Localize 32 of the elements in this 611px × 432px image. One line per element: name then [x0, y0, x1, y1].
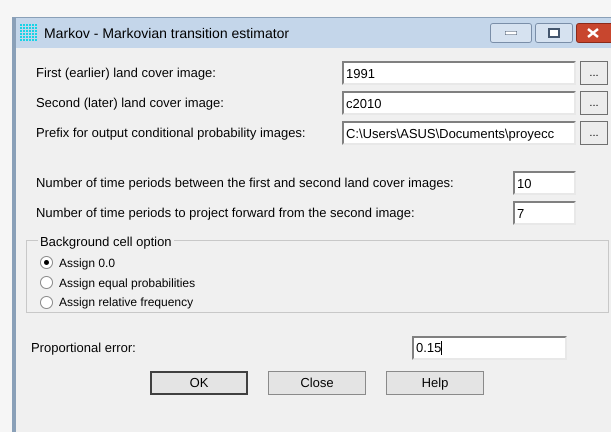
- input-field[interactable]: 0.15: [412, 336, 567, 360]
- dialog-button[interactable]: Close: [268, 371, 366, 395]
- input-field[interactable]: 10: [513, 171, 576, 195]
- input-field[interactable]: c2010: [342, 91, 576, 115]
- window-title: Markov - Markovian transition estimator: [44, 24, 290, 42]
- browse-button[interactable]: ...: [580, 121, 608, 145]
- input-field[interactable]: 1991: [342, 61, 576, 85]
- radio-button[interactable]: [40, 256, 53, 270]
- close-icon: [587, 28, 599, 38]
- radio-button[interactable]: [40, 296, 53, 309]
- field-label: Number of time periods to project forward from the second image:: [36, 204, 416, 222]
- dialog-button[interactable]: Help: [386, 371, 484, 395]
- radio-label: Assign relative frequency: [59, 294, 194, 312]
- radio-label: Assign equal probabilities: [59, 274, 196, 292]
- radio-label: Assign 0.0: [59, 254, 116, 272]
- input-field[interactable]: C:\Users\ASUS\Documents\proyecc: [342, 121, 576, 145]
- maximize-icon: [548, 28, 560, 38]
- maximize-button[interactable]: [535, 23, 573, 43]
- input-field[interactable]: 7: [513, 201, 576, 225]
- close-button[interactable]: [576, 23, 611, 43]
- browse-button[interactable]: ...: [580, 91, 608, 115]
- field-label: Prefix for output conditional probability images:: [36, 124, 307, 142]
- radio-button[interactable]: [40, 276, 53, 289]
- browse-button[interactable]: ...: [580, 61, 608, 85]
- field-label: Proportional error:: [31, 339, 137, 358]
- minimize-button[interactable]: [490, 23, 532, 43]
- grid-icon: [20, 24, 38, 42]
- field-label: Number of time periods between the first and second land cover images:: [36, 174, 455, 192]
- minimize-icon: [505, 31, 517, 35]
- field-label: First (earlier) land cover image:: [36, 64, 217, 82]
- field-label: Second (later) land cover image:: [36, 94, 225, 112]
- dialog-button[interactable]: OK: [150, 371, 248, 395]
